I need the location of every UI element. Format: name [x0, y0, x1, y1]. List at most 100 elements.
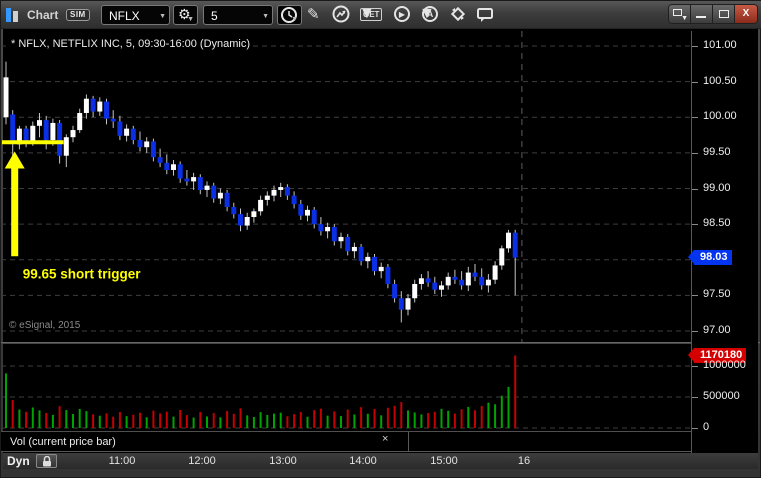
candle-down [358, 246, 364, 262]
symbol-settings-button[interactable]: ⚙ ▼ [173, 5, 198, 25]
volume-bar [420, 414, 423, 428]
volume-bar [18, 409, 21, 428]
interval-combo[interactable]: 5 ▼ [203, 5, 273, 25]
candle-down [385, 266, 391, 284]
volume-bar [165, 411, 168, 428]
chart-window: Chart SIM NFLX ▼ ⚙ ▼ 5 ▼ ▼ ✎ GET ▼ ▶ A ▼… [0, 0, 761, 478]
volume-bar [5, 373, 7, 428]
title-bar[interactable]: Chart SIM NFLX ▼ ⚙ ▼ 5 ▼ ▼ ✎ GET ▼ ▶ A ▼… [1, 1, 761, 47]
replay-button[interactable]: ▶ [391, 5, 415, 25]
volume-bar [319, 408, 322, 428]
candle-down [479, 276, 485, 286]
candle-down [43, 120, 49, 141]
volume-bar [494, 404, 497, 428]
candle-up [97, 101, 103, 112]
time-axis-label: 16 [517, 455, 531, 467]
volume-bar [232, 413, 235, 428]
volume-bar [31, 407, 34, 428]
volume-bar [25, 411, 28, 428]
candle-down [345, 236, 351, 252]
volume-bar [118, 412, 121, 428]
candle-up [144, 141, 150, 148]
candle-up [264, 195, 270, 200]
time-template-button[interactable]: ▼ [277, 5, 302, 25]
short-trigger-label: 99.65 short trigger [23, 266, 142, 281]
candle-up [305, 209, 310, 216]
price-tick-label: 99.00 [703, 182, 731, 194]
close-tab-icon[interactable]: × [382, 433, 388, 445]
candle-up [445, 276, 451, 286]
auto-analysis-button[interactable]: A ▼ [419, 5, 443, 25]
minimize-button[interactable] [691, 5, 713, 23]
interval-value: 5 [211, 9, 218, 23]
dock-window-button[interactable]: ▼ [669, 5, 691, 23]
volume-bar [413, 412, 416, 428]
maximize-button[interactable] [713, 5, 735, 23]
volume-bar [226, 410, 229, 428]
trendline-tool-button[interactable]: ▼ [331, 5, 355, 47]
text-note-icon [477, 8, 493, 22]
up-arrow-annotation[interactable] [4, 151, 25, 257]
volume-bar [199, 412, 202, 428]
sim-mode-badge: SIM [66, 9, 90, 21]
replay-play-icon: ▶ [394, 6, 410, 22]
volume-bar [206, 416, 208, 428]
volume-bar [38, 410, 41, 428]
volume-bar [152, 410, 155, 428]
candle-down [452, 276, 458, 280]
candle-up [70, 130, 76, 138]
chart-legend: * NFLX, NETFLIX INC, 5, 09:30-16:00 (Dyn… [8, 38, 254, 50]
volume-bar [286, 416, 289, 428]
candle-up [83, 98, 89, 113]
volume-bar [326, 415, 329, 428]
volume-bar [145, 417, 148, 428]
candle-down [432, 282, 438, 290]
candle-down [104, 101, 109, 119]
symbol-link-icon [450, 6, 466, 22]
candle-down [211, 185, 217, 199]
candle-up [439, 285, 444, 290]
volume-bar [393, 405, 396, 428]
candle-up [412, 283, 418, 299]
candle-up [499, 248, 505, 266]
text-note-button[interactable] [475, 5, 499, 25]
volume-indicator-tab[interactable]: Vol (current price bar) × [1, 432, 409, 452]
close-icon: X [742, 8, 750, 19]
volume-tick-label: 0 [703, 421, 710, 433]
draw-tool-button[interactable]: ✎ [304, 5, 328, 25]
candle-down [117, 121, 123, 136]
chevron-down-icon[interactable]: ▼ [262, 13, 269, 20]
price-axis[interactable]: 98.03 1170180 101.00 100.50 100.00 99.50 99.… [687, 31, 758, 453]
volume-bar [427, 412, 430, 428]
volume-bar [172, 416, 175, 428]
candle-up [418, 278, 424, 284]
volume-bar [273, 413, 275, 428]
price-pane[interactable]: 99.65 short trigger [1, 31, 691, 342]
candle-down [298, 204, 304, 216]
scale-lock-button[interactable] [36, 454, 57, 468]
symbol-link-button[interactable] [448, 5, 472, 25]
candle-up [244, 217, 250, 226]
candle-up [171, 164, 176, 170]
volume-bar [460, 409, 463, 428]
esignal-watermark: © eSignal, 2015 [9, 320, 81, 331]
chevron-down-icon: ▼ [187, 16, 194, 23]
volume-bar [333, 411, 336, 428]
candle-up [338, 236, 344, 242]
chevron-down-icon[interactable]: ▼ [159, 13, 166, 20]
volume-bar [346, 409, 349, 428]
price-tick-label: 101.00 [703, 39, 737, 51]
candle-up [191, 177, 197, 182]
volume-bar [353, 414, 356, 428]
get-data-button[interactable]: GET ▼ [359, 5, 383, 25]
candle-up [378, 266, 384, 272]
volume-bar [45, 412, 48, 428]
axis-tick-mark [692, 366, 698, 367]
symbol-combo[interactable]: NFLX ▼ [101, 5, 170, 25]
volume-tick-label: 1000000 [703, 359, 746, 371]
volume-bar [78, 408, 81, 428]
price-tick-label: 98.50 [703, 217, 731, 229]
volume-bar [259, 412, 262, 428]
close-button[interactable]: X [735, 5, 757, 23]
volume-pane[interactable] [1, 344, 691, 431]
